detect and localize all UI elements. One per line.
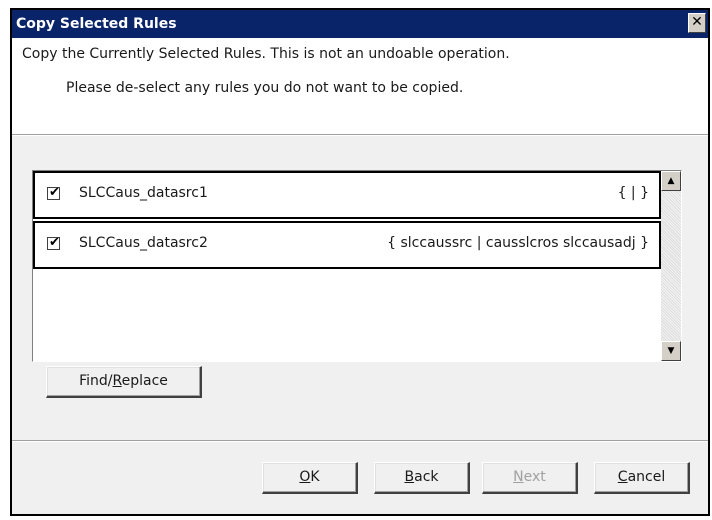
ok-label-mnemonic: O: [299, 469, 311, 485]
ok-label-post: K: [310, 469, 320, 485]
find-replace-label-pre: Find/: [79, 373, 113, 389]
back-label-mnemonic: B: [404, 469, 415, 485]
rule-row[interactable]: ✔ SLCCaus_datasrc1 { | }: [33, 171, 661, 219]
description-text: Copy the Currently Selected Rules. This …: [22, 46, 510, 62]
rules-list-rows: ✔ SLCCaus_datasrc1 { | } ✔ SLCCaus_datas…: [33, 171, 661, 361]
scroll-up-icon: ▲: [667, 176, 675, 186]
close-icon: ✕: [691, 14, 703, 30]
find-replace-label-post: eplace: [121, 373, 168, 389]
rule-name: SLCCaus_datasrc1: [79, 185, 208, 201]
checkbox-check-icon: ✔: [49, 235, 60, 250]
title-bar[interactable]: Copy Selected Rules ✕: [12, 10, 708, 38]
next-label-mnemonic: N: [513, 469, 524, 485]
vertical-scrollbar[interactable]: ▲ ▼: [661, 171, 681, 361]
close-button[interactable]: ✕: [688, 13, 706, 33]
instruction-text: Please de-select any rules you do not wa…: [66, 80, 464, 96]
scroll-down-icon: ▼: [667, 346, 675, 356]
dialog-header: Copy the Currently Selected Rules. This …: [12, 38, 708, 134]
rule-expression: { | }: [617, 185, 649, 201]
rule-expression: { slccaussrc | causslcros slccausadj }: [387, 235, 649, 251]
find-replace-button[interactable]: Find/Replace: [46, 366, 202, 398]
back-label-post: ack: [414, 469, 439, 485]
footer-separator: [12, 440, 708, 442]
checkbox-check-icon: ✔: [49, 185, 60, 200]
cancel-button[interactable]: Cancel: [594, 462, 690, 494]
scroll-up-button[interactable]: ▲: [661, 171, 681, 191]
rule-row[interactable]: ✔ SLCCaus_datasrc2 { slccaussrc | caussl…: [33, 221, 661, 269]
header-separator: [12, 134, 708, 136]
cancel-label-mnemonic: C: [617, 469, 628, 485]
copy-selected-rules-dialog: Copy Selected Rules ✕ Copy the Currently…: [10, 8, 710, 516]
next-label-post: ext: [523, 469, 546, 485]
rule-checkbox[interactable]: ✔: [47, 235, 60, 250]
cancel-label-post: ancel: [627, 469, 666, 485]
find-replace-label-mnemonic: R: [112, 373, 122, 389]
scroll-down-button[interactable]: ▼: [661, 341, 681, 361]
rule-name: SLCCaus_datasrc2: [79, 235, 208, 251]
back-button[interactable]: Back: [374, 462, 470, 494]
rule-checkbox[interactable]: ✔: [47, 185, 60, 200]
next-button[interactable]: Next: [482, 462, 578, 494]
ok-button[interactable]: OK: [262, 462, 358, 494]
rules-list: ✔ SLCCaus_datasrc1 { | } ✔ SLCCaus_datas…: [32, 170, 682, 362]
dialog-title: Copy Selected Rules: [16, 16, 177, 32]
